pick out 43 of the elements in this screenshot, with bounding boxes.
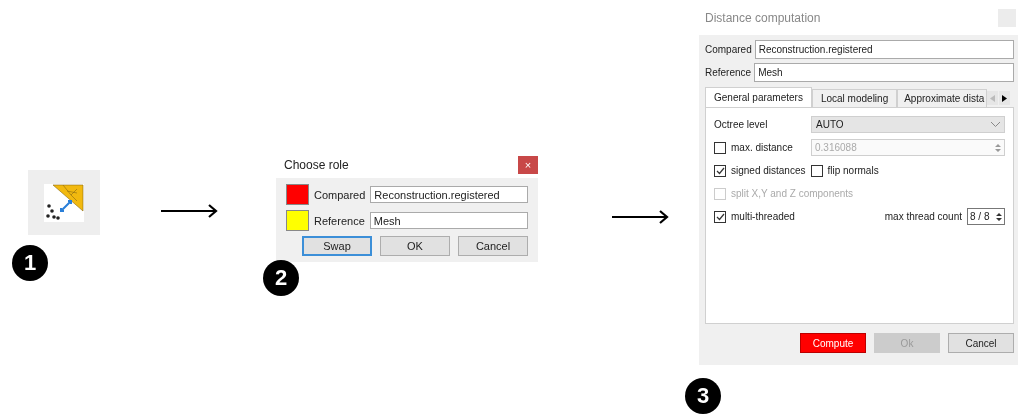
tab[interactable]: Approximate dista xyxy=(897,89,988,107)
field-label: Reference xyxy=(705,67,752,78)
checkbox[interactable] xyxy=(714,141,726,154)
checkbox-label: signed distances xyxy=(731,165,806,176)
thread-count-field[interactable]: 8 / 8 xyxy=(967,208,1005,225)
option-label: Octree level xyxy=(714,119,769,130)
field-label: Compared xyxy=(314,188,366,201)
arrow-icon xyxy=(611,210,669,224)
input-field[interactable]: Reconstruction.registered xyxy=(370,186,528,203)
dialog-title: Choose role xyxy=(284,158,349,172)
step-badge: 3 xyxy=(685,378,721,414)
compute-distance-tool-icon[interactable] xyxy=(28,170,100,235)
input-field[interactable]: Reconstruction.registered xyxy=(754,40,1014,59)
octree-level-dropdown[interactable]: AUTO xyxy=(811,116,1005,133)
checkbox[interactable] xyxy=(810,164,823,177)
spinner-arrows-icon[interactable] xyxy=(996,211,1002,222)
dialog-button[interactable]: Compute xyxy=(800,333,866,353)
checkbox[interactable] xyxy=(714,210,726,223)
checkbox-label: multi-threaded xyxy=(731,211,795,222)
option-label: max thread count xyxy=(884,211,962,222)
dialog-title: Distance computation xyxy=(705,10,821,25)
checkbox[interactable] xyxy=(714,164,726,177)
left-triangle-icon xyxy=(990,94,996,102)
field-label: Compared xyxy=(705,44,752,55)
tab[interactable]: Local modeling xyxy=(811,89,898,107)
dialog-button[interactable]: Swap xyxy=(302,236,372,256)
checkbox-label: split X,Y and Z components xyxy=(731,188,854,199)
scroll-right-button[interactable] xyxy=(999,91,1011,105)
dialog-button[interactable]: Cancel xyxy=(458,236,528,256)
close-button[interactable]: × xyxy=(518,156,538,174)
step-badge: 2 xyxy=(263,260,299,296)
checkbox-label: flip normals xyxy=(827,165,879,176)
step-badge: 1 xyxy=(12,245,48,281)
input-field[interactable]: Mesh xyxy=(369,212,528,229)
input-field[interactable]: Mesh xyxy=(754,63,1014,82)
dialog-button[interactable]: OK xyxy=(380,236,450,256)
field-label: Reference xyxy=(314,214,365,227)
arrow-icon xyxy=(160,204,218,218)
dialog-button[interactable]: Cancel xyxy=(948,333,1014,353)
chevron-down-icon xyxy=(991,122,1000,127)
right-triangle-icon xyxy=(1002,94,1008,102)
checkbox-label: max. distance xyxy=(731,142,793,153)
tab[interactable]: General parameters xyxy=(705,87,812,107)
